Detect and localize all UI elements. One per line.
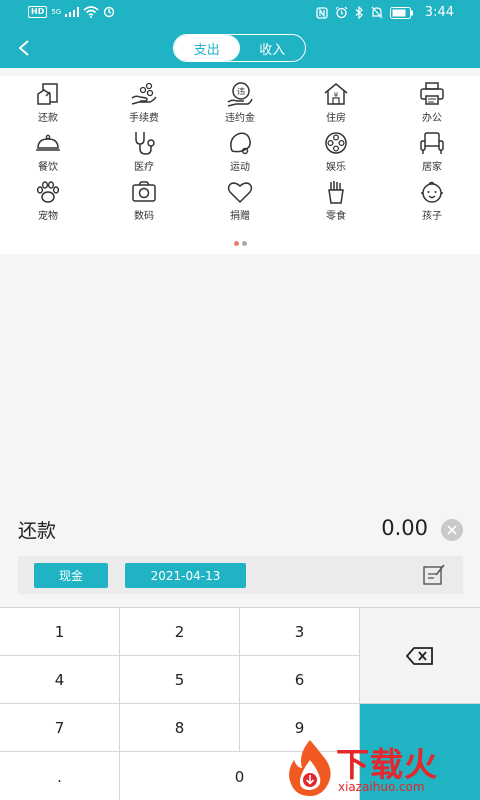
page-indicator — [0, 241, 480, 246]
amount-display: 0.00 — [381, 516, 428, 540]
clear-amount-button[interactable] — [441, 519, 463, 541]
repayment-icon — [37, 83, 58, 105]
fries-icon — [328, 181, 344, 204]
house-icon: ¥ — [324, 83, 348, 105]
category-label: 数码 — [134, 211, 154, 222]
camera-icon — [132, 181, 156, 202]
close-icon — [447, 525, 457, 535]
film-reel-icon — [325, 132, 347, 154]
category-penalty[interactable]: 违 违约金 — [192, 80, 288, 129]
category-label: 零食 — [326, 211, 346, 222]
category-dining[interactable]: 餐饮 — [0, 129, 96, 178]
page-dot[interactable] — [241, 241, 247, 246]
wifi-icon — [83, 6, 99, 18]
category-fee[interactable]: 手续费 — [96, 80, 192, 129]
watermark-domain: xiazaihuo.com — [338, 780, 425, 794]
hd-voice-badge: HD — [28, 6, 48, 18]
amount-row: 还款 0.00 — [0, 510, 480, 546]
category-panel: 还款 手续费 违 违约金 ¥ 住房 办公 餐饮 医疗 运动 娱乐 居家 宠物 数… — [0, 76, 480, 254]
account-button[interactable]: 现金 — [34, 563, 108, 588]
category-label: 办公 — [422, 113, 442, 124]
category-entertainment[interactable]: 娱乐 — [288, 129, 384, 178]
cloche-icon — [36, 134, 60, 151]
category-label: 运动 — [230, 162, 250, 173]
printer-icon — [420, 82, 444, 105]
category-medical[interactable]: 医疗 — [96, 129, 192, 178]
key-dot[interactable]: . — [0, 752, 120, 800]
category-label: 居家 — [422, 162, 442, 173]
tab-income[interactable]: 收入 — [240, 35, 306, 61]
category-grid: 还款 手续费 违 违约金 ¥ 住房 办公 餐饮 医疗 运动 娱乐 居家 宠物 数… — [0, 80, 480, 227]
category-label: 违约金 — [225, 113, 255, 124]
category-home[interactable]: 居家 — [384, 129, 480, 178]
category-housing[interactable]: ¥ 住房 — [288, 80, 384, 129]
category-repayment[interactable]: 还款 — [0, 80, 96, 129]
category-label: 餐饮 — [38, 162, 58, 173]
signal-icon — [65, 7, 80, 17]
back-button[interactable] — [10, 34, 38, 62]
category-label: 捐赠 — [230, 211, 250, 222]
type-switch: 支出 收入 — [173, 34, 306, 62]
key-1[interactable]: 1 — [0, 608, 120, 656]
fee-icon — [131, 82, 157, 105]
chevron-left-icon — [18, 40, 29, 56]
key-5[interactable]: 5 — [120, 656, 240, 704]
tab-expense[interactable]: 支出 — [174, 35, 240, 61]
sports-icon — [230, 132, 251, 155]
network-type: 5G — [51, 8, 62, 16]
bluetooth-icon — [355, 6, 363, 19]
app-header: 支出 收入 — [0, 28, 480, 68]
category-snacks[interactable]: 零食 — [288, 178, 384, 227]
category-office[interactable]: 办公 — [384, 80, 480, 129]
clock: 3:44 — [424, 5, 454, 20]
category-label: 住房 — [326, 113, 346, 124]
date-button[interactable]: 2021-04-13 — [125, 563, 246, 588]
heart-icon — [227, 182, 253, 204]
paw-icon — [36, 181, 60, 203]
key-2[interactable]: 2 — [120, 608, 240, 656]
category-pets[interactable]: 宠物 — [0, 178, 96, 227]
battery-icon — [389, 6, 413, 19]
key-3[interactable]: 3 — [240, 608, 360, 656]
flame-logo-icon — [289, 740, 331, 796]
category-digital[interactable]: 数码 — [96, 178, 192, 227]
mute-bell-icon — [371, 6, 383, 19]
armchair-icon — [420, 132, 444, 154]
category-label: 宠物 — [38, 211, 58, 222]
data-saver-icon — [104, 6, 115, 18]
status-bar: HD 5G 3:44 — [0, 0, 480, 28]
options-bar: 现金 2021-04-13 — [18, 556, 463, 594]
category-donation[interactable]: 捐赠 — [192, 178, 288, 227]
category-label: 还款 — [38, 113, 58, 124]
backspace-icon — [406, 646, 433, 665]
backspace-key[interactable] — [360, 608, 480, 704]
key-4[interactable]: 4 — [0, 656, 120, 704]
key-7[interactable]: 7 — [0, 704, 120, 752]
note-button[interactable] — [421, 562, 447, 588]
alarm-icon — [335, 6, 348, 19]
key-6[interactable]: 6 — [240, 656, 360, 704]
stethoscope-icon — [135, 132, 155, 155]
baby-icon — [421, 181, 443, 203]
selected-category: 还款 — [18, 520, 57, 542]
svg-text:违: 违 — [237, 87, 245, 96]
category-kids[interactable]: 孩子 — [384, 178, 480, 227]
penalty-icon: 违 — [227, 82, 253, 107]
category-label: 娱乐 — [326, 162, 346, 173]
category-label: 手续费 — [129, 113, 159, 124]
category-sports[interactable]: 运动 — [192, 129, 288, 178]
page-dot-active — [233, 241, 239, 246]
watermark-title: 下载火 — [336, 745, 438, 784]
watermark: 下载火 xiazaihuo.com — [280, 736, 480, 800]
category-label: 孩子 — [422, 211, 442, 222]
edit-note-icon — [423, 564, 445, 585]
nfc-icon — [316, 6, 328, 19]
category-label: 医疗 — [134, 162, 154, 173]
key-8[interactable]: 8 — [120, 704, 240, 752]
